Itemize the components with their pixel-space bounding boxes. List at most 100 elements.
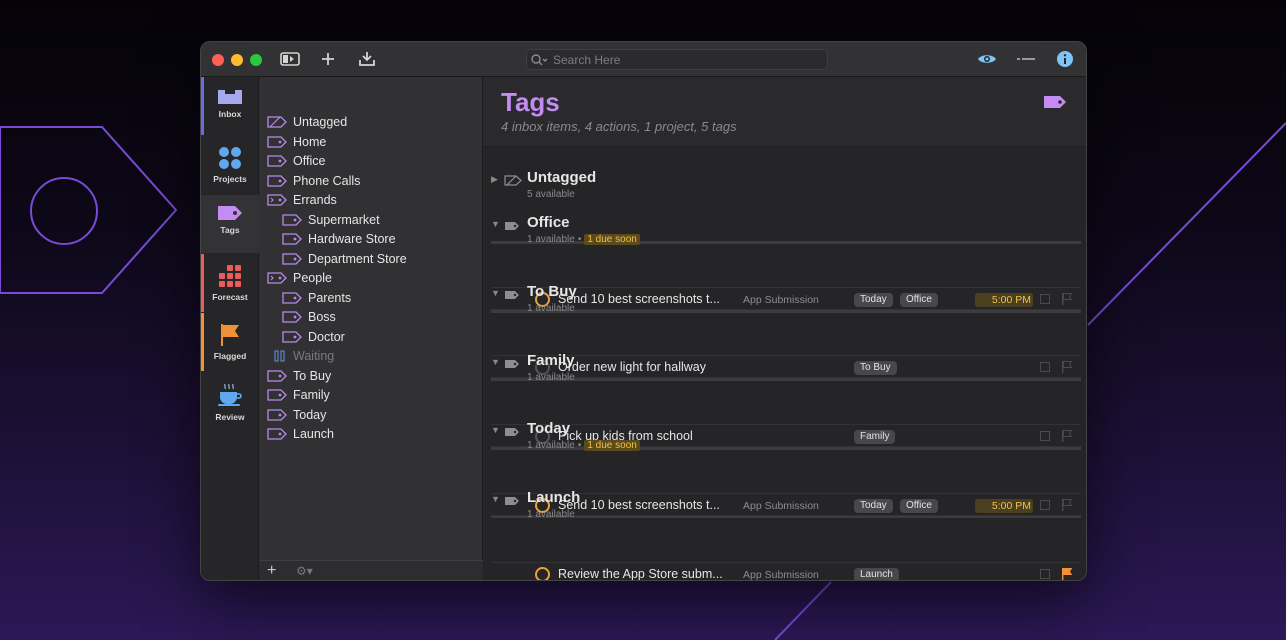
flag-icon[interactable] [1061,498,1073,517]
tag-icon [267,135,287,148]
tag-label: Errands [293,192,337,207]
tag-icon [267,427,287,440]
sidebar-tag-item[interactable]: Parents [282,288,351,307]
rail-item-tags[interactable]: Tags [201,195,259,253]
focus-icon[interactable] [1015,49,1037,69]
due-soon-badge: 1 due soon [584,440,640,451]
sidebar-tag-item[interactable]: Department Store [282,249,407,268]
sidebar-tag-item[interactable]: Errands [267,190,337,209]
disclosure-expanded-icon[interactable]: ▼ [491,357,500,367]
action-title[interactable]: Send 10 best screenshots t... [558,292,720,306]
sidebar-tag-item[interactable]: People [267,268,332,287]
view-options-eye-icon[interactable] [976,49,998,69]
action-project: App Submission [743,500,819,512]
disclosure-expanded-icon[interactable]: ▼ [491,219,500,229]
rail-item-review[interactable]: Review [201,372,259,430]
disclosure-expanded-icon[interactable]: ▼ [491,288,500,298]
flag-icon[interactable] [1061,360,1073,379]
page-title: Tags [501,87,560,117]
tag-icon [282,291,302,304]
rail-item-flagged[interactable]: Flagged [201,313,259,371]
action-title[interactable]: Order new light for hallway [558,360,706,374]
group-title[interactable]: Untagged [527,169,596,186]
tag-pill[interactable]: Office [900,293,938,307]
completion-checkbox[interactable] [535,567,550,580]
action-row[interactable]: Review the App Store subm... App Submissi… [491,562,1081,580]
tag-icon [282,213,302,226]
tag-pill[interactable]: Office [900,499,938,513]
sidebar-tag-item[interactable]: Family [267,385,330,404]
group-separator-dot: • [577,234,582,245]
tag-icon [267,369,287,382]
disclosure-collapsed-icon[interactable]: ▶ [491,174,498,185]
settings-gear-icon[interactable]: ⚙︎▾ [296,564,313,578]
note-icon[interactable] [1040,362,1050,372]
group-title[interactable]: Family [527,352,575,369]
disclosure-expanded-icon[interactable]: ▼ [491,494,500,504]
group-separator [491,310,1081,313]
note-icon[interactable] [1040,294,1050,304]
minimize-window-button[interactable] [231,54,243,66]
sidebar-tag-item[interactable]: Untagged [267,112,347,131]
add-icon[interactable] [317,49,339,69]
tag-label: Department Store [308,251,407,266]
inspector-info-icon[interactable] [1054,49,1076,69]
tags-icon [218,206,242,220]
rail-label: Tags [220,225,240,235]
action-row[interactable]: Order new light for hallway To Buy [491,355,1081,378]
group-title[interactable]: Today [527,420,570,437]
note-icon[interactable] [1040,569,1050,579]
disclosure-expanded-icon[interactable]: ▼ [491,425,500,435]
flag-icon[interactable] [1061,292,1073,311]
tag-pill[interactable]: Family [854,430,896,444]
tag-pill[interactable]: Today [854,293,893,307]
sidebar-tag-item[interactable]: Today [267,405,326,424]
sidebar-tag-item[interactable]: Waiting [273,346,334,365]
tag-label: Waiting [293,348,335,363]
group-subtitle: 1 available [527,372,575,383]
tag-label: Today [293,407,327,422]
action-row[interactable]: Send 10 best screenshots t... App Submiss… [491,287,1081,310]
close-window-button[interactable] [212,54,224,66]
tag-icon [504,218,520,236]
sidebar-tag-item[interactable]: Supermarket [282,210,380,229]
note-icon[interactable] [1040,500,1050,510]
perspective-rail: Inbox Projects Tags Forecast Flagged Rev… [201,77,259,580]
sidebar-footer: + ⚙︎▾ [259,560,483,580]
untagged-icon [267,115,287,128]
sidebar-tag-item[interactable]: Boss [282,307,336,326]
flag-icon[interactable] [1061,429,1073,448]
sidebar-tag-item[interactable]: Doctor [282,327,345,346]
zoom-window-button[interactable] [250,54,262,66]
action-title[interactable]: Review the App Store subm... [558,567,723,580]
rail-item-inbox[interactable]: Inbox [201,77,259,135]
flag-icon[interactable] [1061,567,1073,580]
sidebar-tag-item[interactable]: Hardware Store [282,229,396,248]
sidebar-tag-item[interactable]: To Buy [267,366,331,385]
sidebar-tag-item[interactable]: Launch [267,424,334,443]
tag-pill[interactable]: To Buy [854,361,897,375]
group-title[interactable]: To Buy [527,283,577,300]
group-subtitle: 1 available [527,509,575,520]
group-available-count: 1 available [527,303,575,314]
tag-icon [504,493,520,511]
rail-label: Review [215,412,245,422]
sidebar-tag-item[interactable]: Office [267,151,325,170]
sidebar-tag-item[interactable]: Home [267,132,326,151]
group-title[interactable]: Office [527,214,570,231]
quick-entry-icon[interactable] [356,49,378,69]
action-project: App Submission [743,294,819,306]
rail-item-projects[interactable]: Projects [201,136,259,194]
note-icon[interactable] [1040,431,1050,441]
add-tag-icon[interactable]: + [267,562,276,580]
rail-item-forecast[interactable]: Forecast [201,254,259,312]
action-title[interactable]: Send 10 best screenshots t... [558,498,720,512]
sidebar-toggle-icon[interactable] [279,49,301,69]
tag-pill[interactable]: Launch [854,568,899,580]
tag-label: Office [293,153,326,168]
sidebar-tag-item[interactable]: Phone Calls [267,171,360,190]
tag-pill[interactable]: Today [854,499,893,513]
search-field[interactable]: Search Here [526,49,828,70]
group-title[interactable]: Launch [527,489,580,506]
group-subtitle: 1 available • 1 due soon [527,440,640,451]
